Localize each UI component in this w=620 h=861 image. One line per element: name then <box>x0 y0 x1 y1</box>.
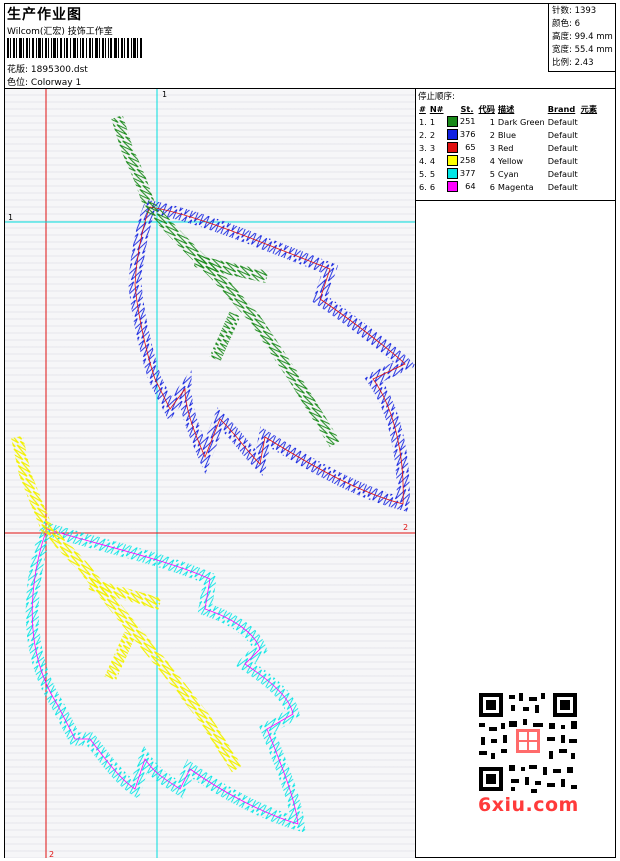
row-element <box>581 141 600 154</box>
row-needle: 4 <box>429 155 436 166</box>
color-table-header: # N# St. 代码 描述 Brand 元素 <box>419 103 600 115</box>
color-table: # N# St. 代码 描述 Brand 元素 1. 1 251 1 Dark Gree… <box>419 103 600 193</box>
spec-scale: 比例: 2.43 <box>552 58 594 68</box>
color-swatch <box>446 129 458 140</box>
embroidery-canvas: 1 1 2 2 <box>5 89 415 858</box>
bottom-leaf-vein-2 <box>104 631 136 682</box>
col-needle: N# <box>429 104 444 114</box>
color-row: 6. 6 64 6 Magenta Default <box>419 180 600 193</box>
color-swatch <box>446 168 458 179</box>
row-code: 6 <box>489 181 495 192</box>
design-preview: 1 1 2 2 <box>5 89 416 858</box>
stop-sequence-panel: 停止顺序: # N# St. 代码 描述 Brand 元素 1. 1 251 1 Dar… <box>416 89 615 858</box>
color-row: 4. 4 258 4 Yellow Default <box>419 154 600 167</box>
row-description: Red <box>497 142 514 153</box>
row-brand: Default <box>547 155 578 166</box>
spec-width: 宽度: 55.4 mm <box>552 45 613 55</box>
studio-name: Wilcom(汇宏) 技饰工作室 <box>7 27 113 37</box>
row-stitches: 377 <box>446 167 479 180</box>
color-swatch <box>446 142 458 153</box>
row-code: 1 <box>489 116 495 127</box>
row-brand: Default <box>547 142 578 153</box>
row-brand: Default <box>547 129 578 140</box>
spec-stitches: 针数: 1393 <box>552 6 597 16</box>
top-leaf <box>111 115 415 513</box>
row-needle: 5 <box>429 168 436 179</box>
color-swatch <box>446 155 458 166</box>
watermark-text: 6xiu.com <box>478 794 579 816</box>
row-code: 2 <box>489 129 495 140</box>
row-index: 5. <box>419 168 427 179</box>
colorway-row: 色位: Colorway 1 <box>7 75 81 88</box>
row-code: 5 <box>489 168 495 179</box>
row-index: 6. <box>419 181 427 192</box>
row-index: 4. <box>419 155 427 166</box>
design-file-label: 花版: <box>7 65 29 75</box>
col-code: 代码 <box>478 104 495 114</box>
row-stitches: 65 <box>446 141 479 154</box>
design-file-row: 花版: 1895300.dst <box>7 62 88 75</box>
guide-label-h1: 1 <box>8 213 13 222</box>
row-needle: 3 <box>429 142 436 153</box>
row-element <box>581 180 600 193</box>
color-row: 1. 1 251 1 Dark Green Default <box>419 115 600 128</box>
row-needle: 1 <box>429 116 436 127</box>
col-brand: Brand <box>547 104 576 114</box>
row-element <box>581 128 600 141</box>
color-row: 2. 2 376 2 Blue Default <box>419 128 600 141</box>
top-leaf-satin-outline <box>128 199 415 513</box>
row-needle: 2 <box>429 129 436 140</box>
row-stitches: 64 <box>446 180 479 193</box>
row-element <box>581 167 600 180</box>
col-index: # <box>419 104 426 114</box>
row-brand: Default <box>547 168 578 179</box>
design-file-value: 1895300.dst <box>30 65 88 75</box>
top-leaf-vein-2 <box>209 311 241 362</box>
col-element: 元素 <box>580 104 598 114</box>
row-description: Cyan <box>497 168 519 179</box>
row-brand: Default <box>547 181 578 192</box>
row-brand: Default <box>547 116 578 127</box>
guide-label-v2: 2 <box>49 850 54 858</box>
colorway-label: 色位: <box>7 78 29 88</box>
qr-code <box>473 687 583 797</box>
stop-sequence-heading: 停止顺序: <box>418 92 455 102</box>
row-code: 4 <box>489 155 495 166</box>
spec-height: 高度: 99.4 mm <box>552 32 613 42</box>
row-code: 3 <box>489 142 495 153</box>
production-worksheet: 生产作业图 Wilcom(汇宏) 技饰工作室 花版: 1895300.dst 色… <box>4 3 616 858</box>
spec-colors: 颜色: 6 <box>552 19 580 29</box>
header: 生产作业图 Wilcom(汇宏) 技饰工作室 花版: 1895300.dst 色… <box>5 4 615 89</box>
col-stitches: St. <box>460 104 474 114</box>
row-element <box>581 115 600 128</box>
row-stitches: 251 <box>446 115 479 128</box>
color-row: 3. 3 65 3 Red Default <box>419 141 600 154</box>
row-description: Yellow <box>497 155 524 166</box>
row-element <box>581 154 600 167</box>
guide-label-v1: 1 <box>162 90 167 99</box>
specs-box: 针数: 1393 颜色: 6 高度: 99.4 mm 宽度: 55.4 mm 比… <box>548 4 615 72</box>
row-description: Magenta <box>497 181 534 192</box>
row-stitches: 258 <box>446 154 479 167</box>
page-title: 生产作业图 <box>7 7 82 23</box>
color-row: 5. 5 377 5 Cyan Default <box>419 167 600 180</box>
row-index: 1. <box>419 116 427 127</box>
barcode <box>7 38 142 58</box>
top-leaf-vein-1 <box>193 255 269 283</box>
col-description: 描述 <box>497 104 515 114</box>
top-leaf-stem-vein <box>111 115 341 448</box>
row-needle: 6 <box>429 181 436 192</box>
row-stitches: 376 <box>446 128 479 141</box>
row-description: Dark Green <box>497 116 545 127</box>
row-index: 2. <box>419 129 427 140</box>
color-swatch <box>446 116 458 127</box>
row-description: Blue <box>497 129 517 140</box>
guide-label-h2: 2 <box>403 523 408 532</box>
colorway-value: Colorway 1 <box>30 78 82 88</box>
color-swatch <box>446 181 458 192</box>
row-index: 3. <box>419 142 427 153</box>
